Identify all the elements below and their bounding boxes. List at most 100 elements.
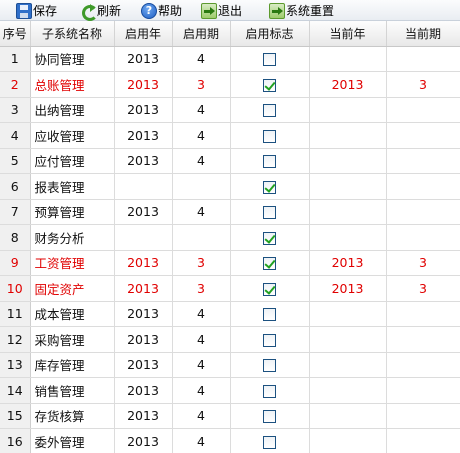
subsystem-name-cell[interactable]: 协同管理 bbox=[30, 46, 115, 72]
column-header-current-year[interactable]: 当前年 bbox=[309, 21, 387, 47]
subsystem-name-cell[interactable]: 报表管理 bbox=[30, 173, 115, 200]
subsystem-name-cell[interactable]: 预算管理 bbox=[30, 199, 115, 225]
start-year-cell[interactable]: 2013 bbox=[114, 326, 173, 353]
enabled-checkbox[interactable] bbox=[263, 206, 276, 220]
enabled-checkbox[interactable] bbox=[263, 282, 276, 296]
table-row[interactable]: 10 固定资产 2013 3 2013 3 bbox=[0, 275, 460, 302]
system-reset-button[interactable]: 系统重置 bbox=[269, 2, 334, 19]
table-row[interactable]: 6 报表管理 bbox=[0, 173, 460, 200]
start-year-cell[interactable]: 2013 bbox=[114, 46, 173, 72]
start-year-cell[interactable]: 2013 bbox=[114, 71, 173, 98]
table-row[interactable]: 9 工资管理 2013 3 2013 3 bbox=[0, 250, 460, 276]
start-period-cell[interactable]: 4 bbox=[172, 352, 231, 378]
start-period-cell[interactable]: 3 bbox=[172, 71, 231, 98]
table-row[interactable]: 14 销售管理 2013 4 bbox=[0, 377, 460, 404]
start-period-cell[interactable]: 3 bbox=[172, 275, 231, 302]
table-row[interactable]: 5 应付管理 2013 4 bbox=[0, 148, 460, 174]
subsystem-name-cell[interactable]: 固定资产 bbox=[30, 275, 115, 302]
help-button[interactable]: ? 帮助 bbox=[141, 2, 182, 19]
enabled-checkbox[interactable] bbox=[263, 359, 276, 373]
enabled-checkbox[interactable] bbox=[263, 384, 276, 398]
start-year-cell[interactable] bbox=[114, 224, 173, 251]
enabled-checkbox[interactable] bbox=[263, 308, 276, 322]
row-seq-cell: 10 bbox=[0, 275, 31, 302]
start-period-cell[interactable] bbox=[172, 173, 231, 200]
start-year-cell[interactable]: 2013 bbox=[114, 122, 173, 149]
start-year-cell[interactable]: 2013 bbox=[114, 377, 173, 404]
subsystem-name-cell[interactable]: 出纳管理 bbox=[30, 97, 115, 123]
column-header-current-period[interactable]: 当前期 bbox=[386, 21, 460, 47]
current-period-cell: 3 bbox=[386, 71, 460, 98]
table-row[interactable]: 13 库存管理 2013 4 bbox=[0, 352, 460, 378]
subsystem-name-cell[interactable]: 库存管理 bbox=[30, 352, 115, 378]
enabled-checkbox[interactable] bbox=[263, 231, 276, 245]
current-year-cell bbox=[309, 326, 387, 353]
start-period-cell[interactable]: 4 bbox=[172, 46, 231, 72]
enabled-checkbox[interactable] bbox=[263, 155, 276, 169]
enabled-checkbox[interactable] bbox=[263, 435, 276, 449]
current-year-cell: 2013 bbox=[309, 71, 387, 98]
subsystem-grid: 序号 子系统名称 启用年 启用期 启用标志 当前年 当前期 1 协同管理 2013 4… bbox=[0, 21, 460, 453]
enabled-flag-cell bbox=[230, 122, 310, 149]
subsystem-name-cell[interactable]: 存货核算 bbox=[30, 403, 115, 429]
table-row[interactable]: 8 财务分析 bbox=[0, 224, 460, 251]
start-period-cell[interactable]: 4 bbox=[172, 148, 231, 174]
enabled-checkbox[interactable] bbox=[263, 180, 276, 194]
start-year-cell[interactable]: 2013 bbox=[114, 250, 173, 276]
subsystem-name-cell[interactable]: 销售管理 bbox=[30, 377, 115, 404]
start-year-cell[interactable]: 2013 bbox=[114, 275, 173, 302]
start-period-cell[interactable] bbox=[172, 224, 231, 251]
table-row[interactable]: 16 委外管理 2013 4 bbox=[0, 428, 460, 453]
start-year-cell[interactable]: 2013 bbox=[114, 352, 173, 378]
enabled-checkbox[interactable] bbox=[263, 257, 276, 271]
enabled-checkbox[interactable] bbox=[263, 78, 276, 92]
start-period-cell[interactable]: 4 bbox=[172, 428, 231, 453]
start-period-cell[interactable]: 4 bbox=[172, 377, 231, 404]
start-year-cell[interactable]: 2013 bbox=[114, 199, 173, 225]
start-year-cell[interactable]: 2013 bbox=[114, 301, 173, 327]
start-period-cell[interactable]: 4 bbox=[172, 199, 231, 225]
table-row[interactable]: 2 总账管理 2013 3 2013 3 bbox=[0, 71, 460, 98]
enabled-checkbox[interactable] bbox=[263, 410, 276, 424]
start-period-cell[interactable]: 3 bbox=[172, 250, 231, 276]
start-year-cell[interactable]: 2013 bbox=[114, 148, 173, 174]
start-period-cell[interactable]: 4 bbox=[172, 326, 231, 353]
subsystem-name-cell[interactable]: 成本管理 bbox=[30, 301, 115, 327]
table-row[interactable]: 11 成本管理 2013 4 bbox=[0, 301, 460, 327]
enabled-checkbox[interactable] bbox=[263, 104, 276, 118]
table-row[interactable]: 3 出纳管理 2013 4 bbox=[0, 97, 460, 123]
subsystem-name-cell[interactable]: 委外管理 bbox=[30, 428, 115, 453]
start-period-cell[interactable]: 4 bbox=[172, 403, 231, 429]
row-seq-cell: 2 bbox=[0, 71, 31, 98]
enabled-flag-cell bbox=[230, 326, 310, 353]
enabled-checkbox[interactable] bbox=[263, 129, 276, 143]
exit-button[interactable]: 退出 bbox=[201, 2, 242, 19]
table-row[interactable]: 1 协同管理 2013 4 bbox=[0, 46, 460, 72]
subsystem-name-cell[interactable]: 应收管理 bbox=[30, 122, 115, 149]
subsystem-name-cell[interactable]: 采购管理 bbox=[30, 326, 115, 353]
table-row[interactable]: 15 存货核算 2013 4 bbox=[0, 403, 460, 429]
save-button[interactable]: 保存 bbox=[16, 2, 57, 19]
refresh-button[interactable]: 刷新 bbox=[80, 2, 121, 21]
column-header-start-period[interactable]: 启用期 bbox=[172, 21, 231, 47]
enabled-checkbox[interactable] bbox=[263, 333, 276, 347]
start-year-cell[interactable]: 2013 bbox=[114, 428, 173, 453]
start-period-cell[interactable]: 4 bbox=[172, 122, 231, 149]
start-period-cell[interactable]: 4 bbox=[172, 97, 231, 123]
enabled-checkbox[interactable] bbox=[263, 53, 276, 67]
start-period-cell[interactable]: 4 bbox=[172, 301, 231, 327]
subsystem-name-cell[interactable]: 应付管理 bbox=[30, 148, 115, 174]
subsystem-name-cell[interactable]: 工资管理 bbox=[30, 250, 115, 276]
start-year-cell[interactable]: 2013 bbox=[114, 97, 173, 123]
subsystem-name-cell[interactable]: 财务分析 bbox=[30, 224, 115, 251]
table-row[interactable]: 4 应收管理 2013 4 bbox=[0, 122, 460, 149]
start-year-cell[interactable]: 2013 bbox=[114, 403, 173, 429]
table-row[interactable]: 12 采购管理 2013 4 bbox=[0, 326, 460, 353]
table-row[interactable]: 7 预算管理 2013 4 bbox=[0, 199, 460, 225]
column-header-seq[interactable]: 序号 bbox=[0, 21, 31, 47]
column-header-start-year[interactable]: 启用年 bbox=[114, 21, 173, 47]
subsystem-name-cell[interactable]: 总账管理 bbox=[30, 71, 115, 98]
start-year-cell[interactable] bbox=[114, 173, 173, 200]
column-header-enabled-flag[interactable]: 启用标志 bbox=[230, 21, 310, 47]
column-header-subsystem-name[interactable]: 子系统名称 bbox=[30, 21, 115, 47]
